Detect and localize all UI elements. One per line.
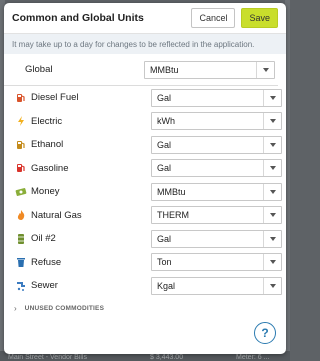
commodity-row: Electric kWh: [4, 110, 286, 134]
caret-down-icon: [269, 95, 276, 100]
dropdown-toggle[interactable]: [263, 207, 281, 224]
dropdown-toggle[interactable]: [263, 230, 281, 247]
global-unit-select[interactable]: MMBtu: [144, 60, 275, 79]
global-label: Global: [25, 64, 53, 75]
commodity-label: Diesel Fuel: [31, 92, 79, 104]
gas-pump-icon: [14, 162, 27, 175]
caret-down-icon: [269, 119, 276, 124]
select-value: Gal: [157, 233, 172, 244]
caret-down-icon: [269, 213, 276, 218]
background-text-left: Main Street - Vendor Bills: [8, 354, 87, 361]
commodity-unit-select[interactable]: Ton: [151, 253, 282, 272]
save-button[interactable]: Save: [241, 8, 278, 28]
select-value: Kgal: [157, 280, 176, 291]
select-value: MMBtu: [150, 64, 179, 75]
cancel-button[interactable]: Cancel: [191, 8, 236, 28]
commodity-unit-select[interactable]: THERM: [151, 206, 282, 225]
commodity-label: Money: [31, 186, 60, 198]
unused-commodities-label: UNUSED COMMODITIES: [24, 305, 105, 312]
commodity-row: Ethanol Gal: [4, 133, 286, 157]
caret-down-icon: [269, 283, 276, 288]
commodity-label: Electric: [31, 115, 63, 127]
dropdown-toggle[interactable]: [263, 277, 281, 294]
trash-can-icon: [14, 256, 27, 269]
commodity-label: Natural Gas: [31, 209, 82, 221]
commodity-label: Ethanol: [31, 139, 64, 151]
flame-icon: [14, 209, 27, 222]
commodity-unit-select[interactable]: Gal: [151, 229, 282, 248]
ethanol-pump-icon: [14, 138, 27, 151]
caret-down-icon: [269, 236, 276, 241]
fuel-pump-icon: [14, 91, 27, 104]
commodity-list: Diesel Fuel Gal Electric kWh Ethanol Gal Gasol…: [4, 86, 286, 298]
lightning-bolt-icon: [14, 115, 27, 128]
oil-barrel-icon: [14, 232, 27, 245]
select-value: Gal: [157, 139, 172, 150]
commodity-unit-select[interactable]: Kgal: [151, 276, 282, 295]
commodity-row: Diesel Fuel Gal: [4, 86, 286, 110]
commodity-row: Sewer Kgal: [4, 274, 286, 298]
dropdown-toggle[interactable]: [263, 160, 281, 177]
select-value: MMBtu: [157, 186, 186, 197]
caret-down-icon: [269, 189, 276, 194]
commodity-unit-select[interactable]: MMBtu: [151, 182, 282, 201]
commodity-unit-select[interactable]: Gal: [151, 88, 282, 107]
select-value: Gal: [157, 92, 172, 103]
commodity-unit-select[interactable]: Gal: [151, 135, 282, 154]
caret-down-icon: [269, 166, 276, 171]
commodity-label: Refuse: [31, 256, 62, 268]
help-button[interactable]: ?: [254, 322, 276, 344]
dropdown-toggle[interactable]: [263, 136, 281, 153]
modal-title: Common and Global Units: [12, 12, 144, 24]
notice-banner: It may take up to a day for changes to b…: [4, 34, 286, 54]
money-bill-icon: [14, 185, 27, 198]
select-value: Ton: [157, 257, 172, 268]
background-text-right: Meter: 6 ...: [236, 354, 270, 361]
commodity-label: Gasoline: [31, 162, 69, 174]
background-text-mid: $ 3,443.00: [150, 354, 184, 361]
caret-down-icon: [262, 67, 269, 72]
dropdown-toggle[interactable]: [263, 113, 281, 130]
dropdown-toggle[interactable]: [263, 254, 281, 271]
dropdown-toggle[interactable]: [263, 89, 281, 106]
sewer-icon: [14, 279, 27, 292]
select-value: THERM: [157, 210, 189, 221]
modal-header: Common and Global Units Cancel Save: [4, 3, 286, 34]
commodity-unit-select[interactable]: Gal: [151, 159, 282, 178]
dropdown-toggle[interactable]: [256, 61, 274, 78]
chevron-right-icon: ›: [14, 304, 17, 313]
select-value: Gal: [157, 163, 172, 174]
commodity-label: Sewer: [31, 280, 58, 292]
commodity-row: Money MMBtu: [4, 180, 286, 204]
caret-down-icon: [269, 142, 276, 147]
units-modal: Common and Global Units Cancel Save It m…: [4, 3, 286, 354]
commodity-row: Refuse Ton: [4, 251, 286, 275]
commodity-label: Oil #2: [31, 233, 56, 245]
caret-down-icon: [269, 260, 276, 265]
commodity-row: Gasoline Gal: [4, 157, 286, 181]
commodity-row: Natural Gas THERM: [4, 204, 286, 228]
select-value: kWh: [157, 116, 175, 127]
unused-commodities-toggle[interactable]: › UNUSED COMMODITIES: [4, 300, 286, 318]
dropdown-toggle[interactable]: [263, 183, 281, 200]
commodity-row: Oil #2 Gal: [4, 227, 286, 251]
global-row: Global MMBtu: [4, 54, 278, 86]
commodity-unit-select[interactable]: kWh: [151, 112, 282, 131]
